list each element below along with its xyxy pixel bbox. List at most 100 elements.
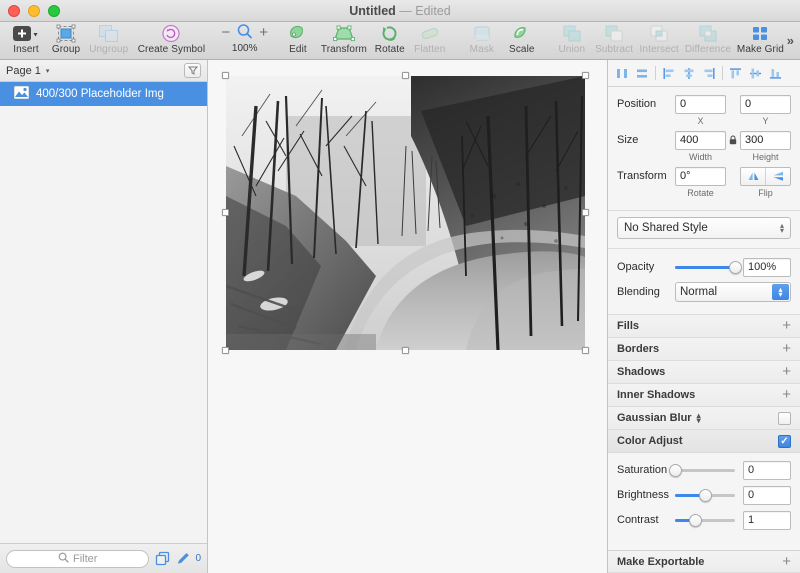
selection-handle-top-right[interactable] <box>582 72 589 79</box>
selection-handle-middle-left[interactable] <box>222 209 229 216</box>
alignment-toolbar <box>608 60 800 87</box>
duplicate-pages-icon[interactable] <box>155 551 170 566</box>
toolbar-edit-label: Edit <box>289 44 307 55</box>
add-fill-icon[interactable]: + <box>782 319 791 333</box>
scale-icon <box>512 23 532 43</box>
toolbar-rotate-button[interactable]: Rotate <box>370 22 410 60</box>
selection-handle-top-center[interactable] <box>402 72 409 79</box>
flip-vertical-icon[interactable] <box>766 168 790 185</box>
section-fills[interactable]: Fills + <box>608 315 800 338</box>
toolbar-insert-button[interactable]: Insert <box>6 22 46 60</box>
align-right-icon[interactable] <box>699 63 719 83</box>
title-separator: — <box>399 4 412 18</box>
align-left-icon[interactable] <box>659 63 679 83</box>
toolbar-transform-button[interactable]: Transform <box>318 22 370 60</box>
add-inner-shadow-icon[interactable]: + <box>782 388 791 402</box>
toolbar-make-grid-button[interactable]: Make Grid <box>734 22 787 60</box>
minimize-button[interactable] <box>28 5 40 17</box>
toolbar-edit-button[interactable]: Edit <box>278 22 318 60</box>
brightness-slider-knob[interactable] <box>699 489 712 502</box>
toolbar-union-button[interactable]: Union <box>552 22 592 60</box>
position-x-field[interactable]: 0 <box>675 95 726 114</box>
filter-list-icon[interactable] <box>184 63 201 78</box>
canvas-area[interactable] <box>208 60 608 573</box>
page-selector-label[interactable]: Page 1 <box>6 65 41 77</box>
saturation-value-field[interactable]: 0 <box>743 461 791 480</box>
rotate-field[interactable]: 0° <box>675 167 726 186</box>
opacity-slider[interactable] <box>675 259 735 275</box>
blending-select[interactable]: Normal ▴▾ <box>675 282 791 302</box>
section-color-adjust[interactable]: Color Adjust ✓ <box>608 430 800 453</box>
selection-handle-bottom-left[interactable] <box>222 347 229 354</box>
selection-handle-middle-right[interactable] <box>582 209 589 216</box>
toolbar-ungroup-button[interactable]: Ungroup <box>86 22 131 60</box>
size-height-field[interactable]: 300 <box>740 131 791 150</box>
section-borders-label: Borders <box>617 343 659 355</box>
opacity-value-field[interactable]: 100% <box>743 258 791 277</box>
contrast-slider-knob[interactable] <box>689 514 702 527</box>
distribute-horizontally-icon[interactable] <box>612 63 632 83</box>
selection-handle-top-left[interactable] <box>222 72 229 79</box>
subtract-icon <box>604 23 624 43</box>
opacity-slider-knob[interactable] <box>729 261 742 274</box>
search-input[interactable]: Filter <box>6 550 149 568</box>
toolbar-create-symbol-button[interactable]: Create Symbol <box>131 22 211 60</box>
toolbar-scale-button[interactable]: Scale <box>502 22 542 60</box>
flip-horizontal-icon[interactable] <box>741 168 765 185</box>
section-borders[interactable]: Borders + <box>608 338 800 361</box>
toolbar-mask-button[interactable]: Mask <box>462 22 502 60</box>
intersect-icon <box>649 23 669 43</box>
position-row: Position 0 0 <box>617 94 791 114</box>
section-fills-label: Fills <box>617 320 639 332</box>
pencil-icon[interactable] <box>176 551 191 566</box>
align-center-icon[interactable] <box>679 63 699 83</box>
section-gaussian-blur[interactable]: Gaussian Blur ▴▾ <box>608 407 800 430</box>
chevron-down-icon[interactable]: ▾ <box>46 67 50 75</box>
add-export-icon[interactable]: + <box>782 555 791 569</box>
zoom-out-button[interactable]: − <box>221 25 230 40</box>
contrast-slider[interactable] <box>675 512 735 528</box>
shared-style-value: No Shared Style <box>624 222 708 234</box>
gaussian-blur-checkbox[interactable] <box>778 412 791 425</box>
blur-type-chevron-icon[interactable]: ▴▾ <box>697 413 701 423</box>
brightness-value-field[interactable]: 0 <box>743 486 791 505</box>
selected-image-layer[interactable] <box>226 76 585 350</box>
close-button[interactable] <box>8 5 20 17</box>
maximize-button[interactable] <box>48 5 60 17</box>
saturation-slider[interactable] <box>675 462 735 478</box>
size-width-field[interactable]: 400 <box>675 131 726 150</box>
document-title: Untitled <box>349 4 396 18</box>
magnifier-icon[interactable] <box>236 23 253 43</box>
lock-proportions-icon[interactable] <box>726 135 740 145</box>
list-item[interactable]: 400/300 Placeholder Img <box>0 82 207 106</box>
add-shadow-icon[interactable]: + <box>782 365 791 379</box>
brightness-slider[interactable] <box>675 487 735 503</box>
align-top-icon[interactable] <box>726 63 746 83</box>
opacity-row: Opacity 100% <box>617 256 791 278</box>
position-y-field[interactable]: 0 <box>740 95 791 114</box>
selection-handle-bottom-right[interactable] <box>582 347 589 354</box>
section-inner-shadows[interactable]: Inner Shadows + <box>608 384 800 407</box>
toolbar-subtract-button[interactable]: Subtract <box>592 22 637 60</box>
opacity-label: Opacity <box>617 261 675 273</box>
layer-list[interactable]: 400/300 Placeholder Img <box>0 82 207 543</box>
contrast-value-field[interactable]: 1 <box>743 511 791 530</box>
section-make-exportable[interactable]: Make Exportable + <box>608 550 800 573</box>
toolbar-flatten-button[interactable]: Flatten <box>410 22 450 60</box>
toolbar-group-button[interactable]: Group <box>46 22 86 60</box>
saturation-slider-knob[interactable] <box>669 464 682 477</box>
color-adjust-checkbox[interactable]: ✓ <box>778 435 791 448</box>
zoom-in-button[interactable]: + <box>259 25 268 40</box>
section-make-exportable-label: Make Exportable <box>617 556 704 568</box>
toolbar-intersect-button[interactable]: Intersect <box>636 22 682 60</box>
distribute-vertically-icon[interactable] <box>632 63 652 83</box>
edited-status: Edited <box>415 4 450 18</box>
align-bottom-icon[interactable] <box>766 63 786 83</box>
selection-handle-bottom-center[interactable] <box>402 347 409 354</box>
shared-style-select[interactable]: No Shared Style ▴▾ <box>617 217 791 239</box>
section-shadows[interactable]: Shadows + <box>608 361 800 384</box>
toolbar-overflow-button[interactable]: » <box>787 33 800 48</box>
add-border-icon[interactable]: + <box>782 342 791 356</box>
align-middle-icon[interactable] <box>746 63 766 83</box>
toolbar-difference-button[interactable]: Difference <box>682 22 734 60</box>
